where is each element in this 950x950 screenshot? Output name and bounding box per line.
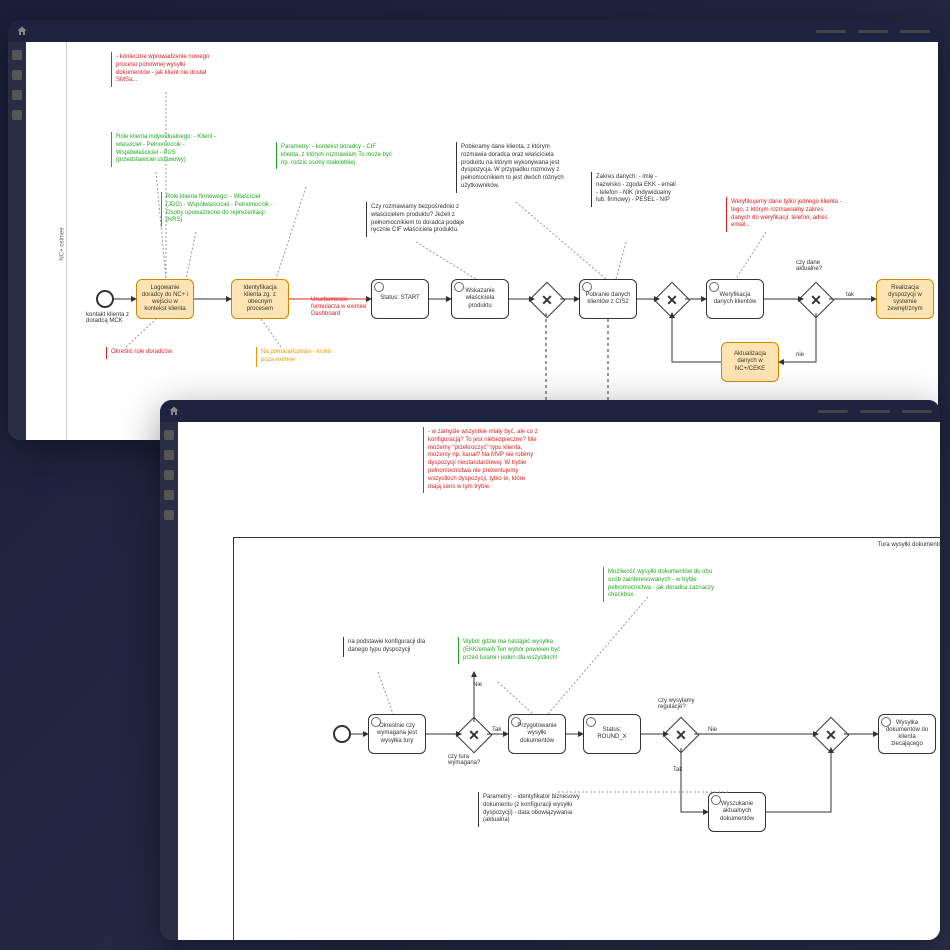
annotation: Na pomarańczowo - kroku poza eximee xyxy=(256,347,346,367)
sidebar-item[interactable] xyxy=(12,70,22,80)
task-login[interactable]: Logowanie doradcy do NC+ i wejściu w kon… xyxy=(136,279,194,319)
sidebar xyxy=(160,422,178,940)
task-verify[interactable]: Weryfikacja danych klientów xyxy=(706,279,764,319)
annotation: Role klienta firmowego: - Właściciel (JD… xyxy=(161,192,281,227)
ruler-label: NC+ osimee xyxy=(60,227,66,260)
flow-yes: Tak xyxy=(492,727,501,733)
task-identify[interactable]: Identyfikacja klienta zg. z obecnym proc… xyxy=(231,279,289,319)
annotation: Parametry: - kontekst doradcy - CIF klie… xyxy=(276,142,396,169)
gear-icon xyxy=(371,717,381,727)
sidebar-item[interactable] xyxy=(12,110,22,120)
annotation: Pobieramy dane klienta, z którym rozmawi… xyxy=(456,142,576,193)
flow-no: Nie xyxy=(473,682,482,688)
user-icon xyxy=(511,717,521,727)
gear-icon xyxy=(586,717,596,727)
app-window-back: NC+ osimee - konieczne wprowadzenie nowe… xyxy=(8,20,938,440)
start-label: kontakt klienta z doradcą MCK xyxy=(86,312,136,324)
gear-icon xyxy=(711,795,721,805)
annotation: Parametry: - identyfikator biznesowy dok… xyxy=(478,792,598,827)
annotation: - w zamyśle wszystkie miały być, ale co … xyxy=(423,427,543,493)
annotation: Zakres danych: - imię - nazwisko - zgoda… xyxy=(591,172,681,207)
window-controls[interactable] xyxy=(816,30,930,33)
annotation: - konieczne wprowadzenie nowego procesu … xyxy=(111,52,221,87)
diagram-canvas[interactable]: NC+ osimee - konieczne wprowadzenie nowe… xyxy=(26,42,938,440)
task-status-round[interactable]: Status: ROUND_X xyxy=(583,714,641,754)
flow-no: nie xyxy=(796,352,804,358)
annotation: Weryfikujemy dane tylko jednego klienta … xyxy=(726,197,846,232)
annotation: Czy rozmawiamy bezpośrednio z właściciel… xyxy=(366,202,476,237)
titlebar xyxy=(160,400,940,422)
gateway-x-icon: ✕ xyxy=(668,722,694,748)
user-icon xyxy=(709,282,719,292)
gateway-x-icon: ✕ xyxy=(659,287,685,313)
task-update[interactable]: Aktualizacja danych w NC+/CEKE xyxy=(721,342,779,382)
flow-yes: tak xyxy=(846,292,854,298)
titlebar xyxy=(8,20,938,42)
gateway-label: czy tura wymagana? xyxy=(448,754,493,766)
pool-title: Tura wysyłki dokumentów xyxy=(878,542,940,548)
start-event[interactable] xyxy=(96,290,114,308)
gateway-x-icon: ✕ xyxy=(818,722,844,748)
task-check-send[interactable]: Określnie czy wymagana jest wysyłka tury xyxy=(368,714,426,754)
start-event[interactable] xyxy=(333,725,351,743)
sidebar-item[interactable] xyxy=(164,450,174,460)
task-search-docs[interactable]: Wyszukanie aktualnych dokumentów xyxy=(708,792,766,832)
flow-arrows xyxy=(26,42,938,440)
task-execute[interactable]: Realizacja dyspozycji w systemie zewnętr… xyxy=(876,279,934,319)
window-controls[interactable] xyxy=(818,410,932,413)
flow-label: Uruchomienie formularza w eximee Dashboa… xyxy=(311,297,371,319)
task-prepare[interactable]: Przygotowanie wysyłki dokumentów xyxy=(508,714,566,754)
task-fetch-data[interactable]: Pobranie danych klientów z CIS2 xyxy=(579,279,637,319)
sidebar-item[interactable] xyxy=(12,90,22,100)
gateway-x-icon: ✕ xyxy=(534,287,560,313)
sidebar-item[interactable] xyxy=(12,50,22,60)
gateway-x-icon: ✕ xyxy=(461,722,487,748)
annotation: na podstawie konfiguracji dla danego typ… xyxy=(343,637,433,657)
home-icon[interactable] xyxy=(168,405,180,417)
gear-icon xyxy=(374,282,384,292)
annotation: Role klienta indywidualnego: - Klient - … xyxy=(111,132,221,167)
sidebar-item[interactable] xyxy=(164,470,174,480)
user-icon xyxy=(454,282,464,292)
gateway-x-icon: ✕ xyxy=(803,287,829,313)
annotation: Wybór gdzie ma nastąpić wysyłka (EKK/ema… xyxy=(458,637,568,664)
sidebar-item[interactable] xyxy=(164,510,174,520)
gateway-label: czy wysyłamy regulacje? xyxy=(658,698,713,710)
annotation: Określić role doradców xyxy=(106,347,196,359)
task-owner[interactable]: Wskazanie właściciela produktu xyxy=(451,279,509,319)
diagram-canvas[interactable]: - w zamyśle wszystkie miały być, ale co … xyxy=(178,422,940,940)
home-icon[interactable] xyxy=(16,25,28,37)
annotation: Możliwość wysyłki dokumentów do obu osób… xyxy=(603,567,723,602)
sidebar-item[interactable] xyxy=(164,490,174,500)
task-send-docs[interactable]: Wysyłka dokumentów do klienta zlecająceg… xyxy=(878,714,936,754)
task-status-start[interactable]: Status: START xyxy=(371,279,429,319)
sidebar xyxy=(8,42,26,440)
gear-icon xyxy=(881,717,891,727)
gateway-label: czy dane aktualne? xyxy=(796,260,846,272)
sidebar-item[interactable] xyxy=(164,430,174,440)
gear-icon xyxy=(582,282,592,292)
app-window-front: - w zamyśle wszystkie miały być, ale co … xyxy=(160,400,940,940)
flow-no: Nie xyxy=(708,727,717,733)
flow-yes: Tak xyxy=(673,767,682,773)
